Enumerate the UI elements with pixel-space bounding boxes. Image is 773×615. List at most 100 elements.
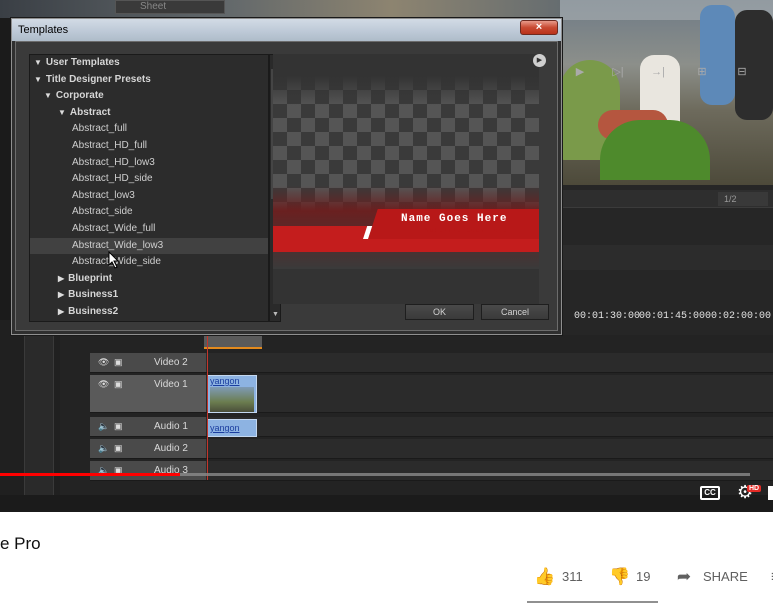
tree-item[interactable]: Abstract_HD_low3 bbox=[30, 155, 268, 171]
tree-item[interactable]: Abstract_low3 bbox=[30, 188, 268, 204]
track-name: Video 1 bbox=[154, 379, 188, 390]
tree-item[interactable]: Abstract_HD_full bbox=[30, 138, 268, 154]
template-preview: Name Goes Here Subtitle Goes Here bbox=[273, 76, 539, 269]
flyout-menu-icon[interactable]: ▶ bbox=[533, 54, 546, 67]
tree-item-label: Abstract_HD_low3 bbox=[72, 156, 155, 168]
share-icon[interactable]: ➦ bbox=[674, 567, 694, 587]
go-to-out-icon[interactable]: →| bbox=[648, 63, 668, 81]
video-clip[interactable]: yangon bbox=[207, 375, 257, 413]
lift-icon[interactable]: ⊞ bbox=[692, 63, 712, 81]
dialog-body: ▼ User Templates ▼ Title Designer Presets ▼ C… bbox=[15, 41, 558, 331]
templates-dialog: Templates × ▼ User Templates ▼ Title Design… bbox=[11, 18, 562, 335]
tree-item[interactable]: ▼ Corporate bbox=[30, 88, 268, 104]
dislike-count: 19 bbox=[636, 569, 651, 584]
tree-item-label: Abstract_Wide_full bbox=[72, 223, 156, 234]
collapsed-arrow-icon[interactable]: ▶ bbox=[58, 290, 64, 299]
film-icon: ▣ bbox=[114, 421, 123, 431]
video-player[interactable]: Sheet 1/2 ▶ ▷| →| ⊞ ⊟ 00:01:30:00 00:01:… bbox=[0, 0, 773, 512]
speaker-icon[interactable]: 🔈 bbox=[98, 443, 109, 454]
film-icon: ▣ bbox=[114, 357, 123, 367]
tree-item[interactable]: Abstract_Wide_side bbox=[30, 254, 268, 270]
fit-select[interactable]: 1/2 bbox=[718, 192, 768, 206]
ok-button[interactable]: OK bbox=[405, 304, 474, 320]
clip-thumbnail bbox=[210, 387, 254, 412]
mouse-cursor-icon bbox=[108, 251, 120, 269]
like-ratio-bar bbox=[527, 601, 658, 603]
tools-panel bbox=[0, 320, 60, 495]
preview-name-text: Name Goes Here bbox=[401, 213, 508, 225]
tree-item-label: Corporate bbox=[55, 90, 104, 102]
tree-item-label: User Templates bbox=[45, 57, 120, 68]
track-name: Audio 1 bbox=[154, 421, 188, 432]
tree-item[interactable]: ▼ Title Designer Presets bbox=[30, 72, 268, 88]
tree-item[interactable]: Abstract_Wide_full bbox=[30, 221, 268, 237]
tree-item[interactable]: ▶ Business1 bbox=[30, 287, 268, 303]
timecode-3: 00:02:00:00 bbox=[705, 311, 772, 322]
speaker-icon[interactable]: 🔈 bbox=[98, 421, 109, 432]
captions-button[interactable]: CC bbox=[700, 486, 720, 500]
screenshot-root: Sheet 1/2 ▶ ▷| →| ⊞ ⊟ 00:01:30:00 00:01:… bbox=[0, 0, 773, 615]
like-count: 311 bbox=[562, 569, 583, 584]
track-audio3: 🔈 ▣ Audio 3 bbox=[90, 461, 773, 481]
expanded-arrow-icon[interactable]: ▼ bbox=[34, 58, 42, 67]
hd-badge: HD bbox=[747, 485, 762, 492]
collapsed-arrow-icon[interactable]: ▶ bbox=[58, 307, 64, 316]
film-icon: ▣ bbox=[114, 379, 123, 389]
progress-played bbox=[0, 473, 180, 476]
tree-item-label: Abstract_HD_side bbox=[72, 173, 153, 185]
expanded-arrow-icon[interactable]: ▼ bbox=[58, 108, 66, 117]
preview-subtitle-text: Subtitle Goes Here bbox=[425, 227, 508, 234]
tree-item[interactable]: Abstract_Wide_low3 bbox=[30, 237, 268, 254]
track-video2: 👁 ▣ Video 2 bbox=[90, 353, 773, 373]
tree-item-label: Blueprint bbox=[68, 272, 113, 284]
work-area-marker[interactable] bbox=[204, 333, 262, 349]
close-button[interactable]: × bbox=[520, 20, 558, 35]
tree-item-label: Abstract bbox=[69, 106, 111, 118]
audio-clip[interactable]: yangon bbox=[207, 419, 257, 437]
tree-item-label: Business2 bbox=[68, 306, 119, 317]
tree-item[interactable]: ▼ User Templates bbox=[30, 55, 268, 71]
tree-item-label: Abstract_Wide_low3 bbox=[72, 239, 164, 251]
track-name: Audio 2 bbox=[154, 443, 188, 454]
template-tree: ▼ User Templates ▼ Title Designer Presets ▼ C… bbox=[29, 54, 269, 322]
sheet-tab: Sheet bbox=[115, 0, 225, 14]
more-menu-icon[interactable]: ≡ bbox=[766, 567, 773, 587]
tree-item[interactable]: ▶ Blueprint bbox=[30, 271, 268, 287]
source-monitor-image bbox=[560, 0, 773, 185]
timecode-1: 00:01:30:00 bbox=[574, 311, 641, 322]
cancel-button[interactable]: Cancel bbox=[481, 304, 549, 320]
tree-item-label: Abstract_low3 bbox=[72, 189, 135, 201]
eye-icon[interactable]: 👁 bbox=[98, 357, 109, 368]
tree-item[interactable]: ▼ Abstract bbox=[30, 105, 268, 121]
tree-item-label: Abstract_HD_full bbox=[72, 140, 148, 151]
video-title: e Pro bbox=[0, 534, 41, 553]
tool-column bbox=[24, 320, 54, 495]
tree-item[interactable]: ▶ Business2 bbox=[30, 304, 268, 320]
expanded-arrow-icon[interactable]: ▼ bbox=[44, 91, 52, 100]
scroll-down-icon[interactable]: ▼ bbox=[272, 311, 279, 318]
track-audio1: 🔈 ▣ Audio 1 bbox=[90, 417, 773, 437]
share-button[interactable]: SHARE bbox=[703, 567, 748, 587]
tree-item[interactable]: Abstract_HD_side bbox=[30, 171, 268, 187]
dislike-icon[interactable]: 👎 bbox=[609, 567, 630, 587]
clip-label: yangon bbox=[210, 376, 240, 386]
tree-item[interactable]: Abstract_full bbox=[30, 121, 268, 137]
timeline-panel: 👁 ▣ Video 2 👁 ▣ Video 1 🔈 ▣ Audio 1 🔈 ▣ bbox=[60, 335, 773, 495]
timecode-2: 00:01:45:00 bbox=[639, 311, 706, 322]
film-icon: ▣ bbox=[114, 443, 123, 453]
dialog-titlebar[interactable]: Templates × bbox=[12, 19, 561, 41]
background-top-strip: Sheet bbox=[0, 0, 560, 18]
playhead[interactable] bbox=[207, 330, 208, 480]
fullscreen-icon[interactable] bbox=[768, 486, 773, 500]
like-icon[interactable]: 👍 bbox=[534, 567, 555, 587]
play-icon[interactable]: ▶ bbox=[570, 63, 590, 81]
expanded-arrow-icon[interactable]: ▼ bbox=[34, 75, 42, 84]
collapsed-arrow-icon[interactable]: ▶ bbox=[58, 274, 64, 283]
step-forward-icon[interactable]: ▷| bbox=[608, 63, 628, 81]
track-name: Video 2 bbox=[154, 357, 188, 368]
eye-icon[interactable]: 👁 bbox=[98, 379, 109, 390]
tree-item-label: Business1 bbox=[68, 289, 119, 301]
track-audio2: 🔈 ▣ Audio 2 bbox=[90, 439, 773, 459]
extract-icon[interactable]: ⊟ bbox=[732, 63, 752, 81]
tree-item[interactable]: Abstract_side bbox=[30, 204, 268, 220]
